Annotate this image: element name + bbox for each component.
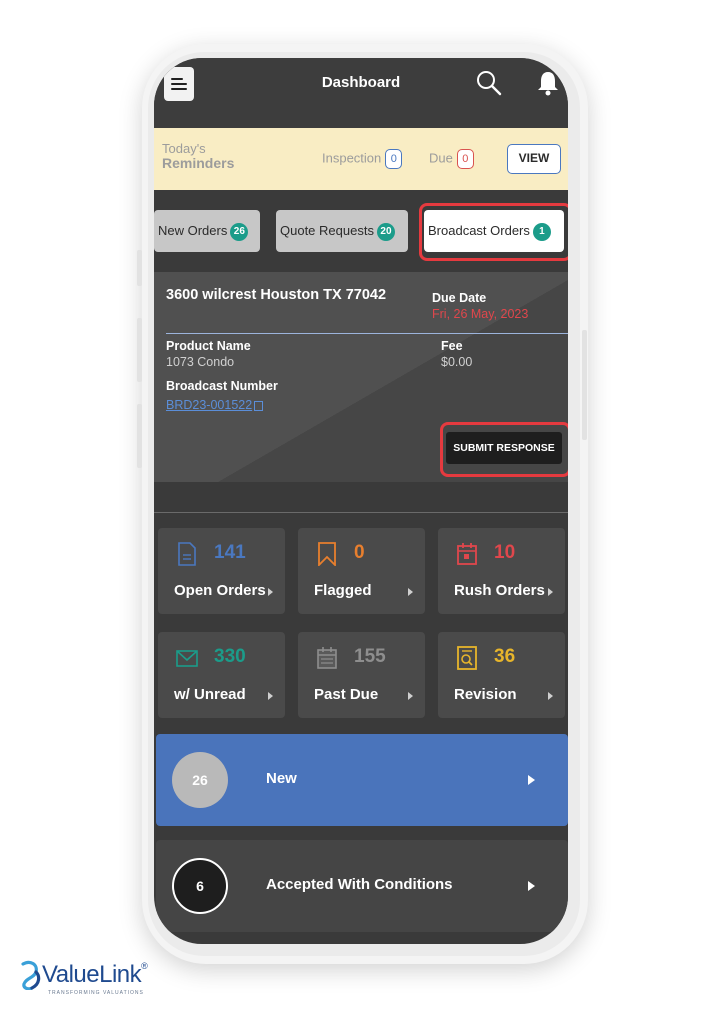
broadcast-number-label: Broadcast Number: [166, 379, 278, 393]
tab-count-badge: 26: [230, 222, 249, 241]
due-reminder[interactable]: Due 0: [429, 149, 474, 169]
highlight-submit-button: [440, 422, 568, 477]
stat-tile-revision[interactable]: 36 Revision: [438, 632, 565, 718]
app-header: Dashboard: [154, 58, 568, 128]
phone-side-button: [137, 250, 142, 286]
stat-tile-unread[interactable]: 330 w/ Unread: [158, 632, 285, 718]
status-row-accepted-with-conditions[interactable]: 6 Accepted With Conditions: [156, 840, 568, 932]
order-address: 3600 wilcrest Houston TX 77042: [166, 287, 387, 303]
reminders-title: Today's Reminders: [162, 141, 235, 171]
document-icon: [178, 542, 196, 566]
fee-value: $0.00: [441, 355, 473, 369]
due-date-value: Fri, 26 May, 2023: [432, 307, 529, 321]
open-orders-count: 141: [214, 542, 246, 563]
valuelink-logo-mark-icon: [21, 960, 41, 990]
search-icon[interactable]: [476, 70, 502, 96]
page-title: Dashboard: [321, 74, 401, 91]
mail-icon: [176, 650, 198, 667]
chevron-right-icon: [408, 588, 413, 596]
past-due-label: Past Due: [314, 686, 379, 703]
chevron-right-icon: [548, 692, 553, 700]
bookmark-icon: [318, 542, 336, 566]
calendar-grid-icon: [317, 647, 337, 669]
bell-icon[interactable]: [536, 70, 560, 96]
todays-reminders-bar: Today's Reminders Inspection 0 Due 0: [154, 128, 568, 190]
revision-label: Revision: [454, 686, 517, 703]
due-count-badge: 0: [456, 149, 474, 169]
phone-power-button: [582, 330, 587, 440]
status-label: New: [266, 770, 297, 787]
product-name-value: 1073 Condo: [166, 355, 235, 369]
view-reminders-button[interactable]: VIEW: [507, 144, 561, 174]
valuelink-logo: ValueLink® TRANSFORMING VALUATIONS: [18, 960, 168, 1002]
due-date-label: Due Date: [432, 291, 487, 305]
card-divider: [166, 333, 568, 334]
stat-tile-flagged[interactable]: 0 Flagged: [298, 528, 425, 614]
past-due-count: 155: [354, 646, 386, 667]
chevron-right-icon: [268, 692, 273, 700]
flagged-count: 0: [354, 542, 365, 563]
tab-new-orders[interactable]: New Orders 26: [154, 210, 260, 252]
copy-icon[interactable]: [254, 400, 264, 411]
section-divider: [154, 512, 568, 513]
stat-tile-past-due[interactable]: 155 Past Due: [298, 632, 425, 718]
flagged-label: Flagged: [314, 582, 372, 599]
status-row-new[interactable]: 26 New: [156, 734, 568, 826]
phone-screen: Dashboard Today's Reminders Inspection 0 …: [154, 58, 568, 944]
tab-quote-requests[interactable]: Quote Requests 20: [276, 210, 408, 252]
open-orders-label: Open Orders: [174, 582, 266, 599]
tab-count-badge: 20: [376, 222, 395, 241]
stat-tile-open-orders[interactable]: 141 Open Orders: [158, 528, 285, 614]
highlight-broadcast-tab: [419, 203, 568, 261]
phone-side-button: [137, 318, 142, 382]
calendar-icon: [457, 543, 477, 565]
stat-tile-rush-orders[interactable]: 10 Rush Orders: [438, 528, 565, 614]
chevron-right-icon: [408, 692, 413, 700]
logo-tagline: TRANSFORMING VALUATIONS: [48, 990, 144, 996]
revision-count: 36: [494, 646, 516, 667]
phone-side-button: [137, 404, 142, 468]
unread-count: 330: [214, 646, 246, 667]
unread-label: w/ Unread: [174, 686, 246, 703]
rush-orders-count: 10: [494, 542, 516, 563]
inspection-reminder[interactable]: Inspection 0: [322, 149, 403, 169]
rush-orders-label: Rush Orders: [454, 582, 545, 599]
status-count-circle: 6: [172, 858, 228, 914]
product-name-label: Product Name: [166, 339, 251, 353]
chevron-right-icon: [528, 775, 535, 785]
search-document-icon: [457, 646, 477, 670]
chevron-right-icon: [528, 881, 535, 891]
status-count-circle: 26: [172, 752, 228, 808]
chevron-right-icon: [548, 588, 553, 596]
fee-label: Fee: [441, 339, 463, 353]
logo-wordmark: ValueLink®: [42, 961, 148, 988]
inspection-count-badge: 0: [385, 149, 403, 169]
broadcast-number-link[interactable]: BRD23-001522: [166, 398, 264, 412]
chevron-right-icon: [268, 588, 273, 596]
status-label: Accepted With Conditions: [266, 876, 453, 893]
